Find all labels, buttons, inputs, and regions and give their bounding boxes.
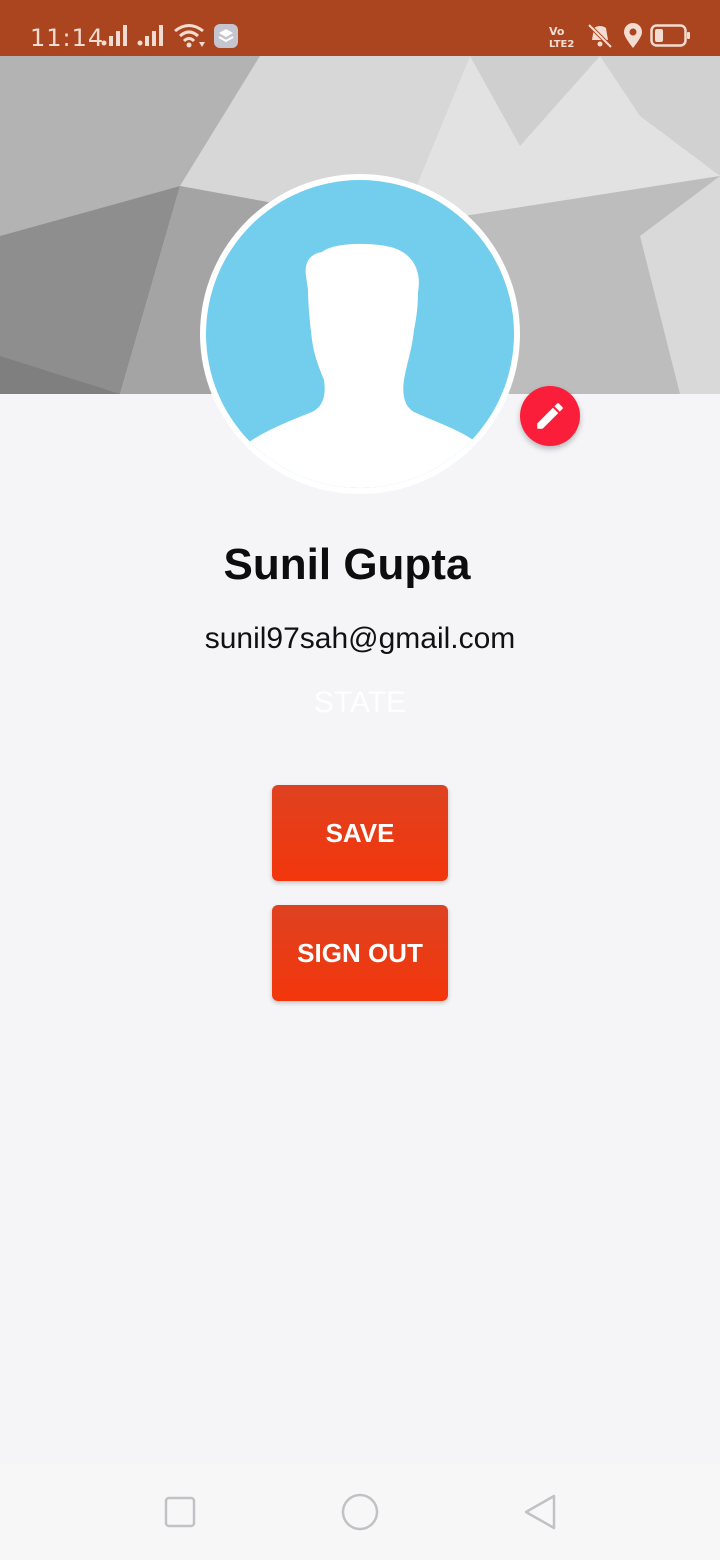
pencil-icon bbox=[537, 403, 563, 429]
volte-icon: Vo LTE2 bbox=[549, 25, 574, 50]
sign-out-button[interactable]: SIGN OUT bbox=[272, 905, 448, 1001]
svg-text:Vo: Vo bbox=[549, 25, 565, 38]
app-notification-icon bbox=[214, 24, 238, 48]
back-icon[interactable] bbox=[520, 1492, 560, 1532]
vibrate-icon bbox=[587, 23, 613, 49]
status-bar: 11:14 Vo LTE2 bbox=[0, 0, 720, 56]
location-icon bbox=[624, 23, 642, 48]
svg-text:LTE2: LTE2 bbox=[549, 39, 574, 50]
wifi-icon bbox=[174, 24, 205, 48]
profile-email: sunil97sah@gmail.com bbox=[204, 622, 516, 655]
battery-icon bbox=[650, 24, 690, 47]
profile-state: STATE bbox=[313, 686, 407, 719]
edit-profile-button[interactable] bbox=[520, 386, 580, 446]
signal-1-icon bbox=[101, 25, 127, 46]
status-time: 11:14 bbox=[30, 24, 105, 52]
profile-name: Sunil Gupta bbox=[223, 540, 471, 589]
home-icon[interactable] bbox=[340, 1492, 380, 1532]
person-silhouette-icon bbox=[246, 243, 476, 488]
signal-2-icon bbox=[137, 25, 163, 46]
save-button[interactable]: SAVE bbox=[272, 785, 448, 881]
recents-icon[interactable] bbox=[160, 1492, 200, 1532]
profile-avatar[interactable] bbox=[200, 174, 520, 494]
avatar-placeholder bbox=[206, 180, 514, 488]
system-nav-bar bbox=[0, 1464, 720, 1560]
